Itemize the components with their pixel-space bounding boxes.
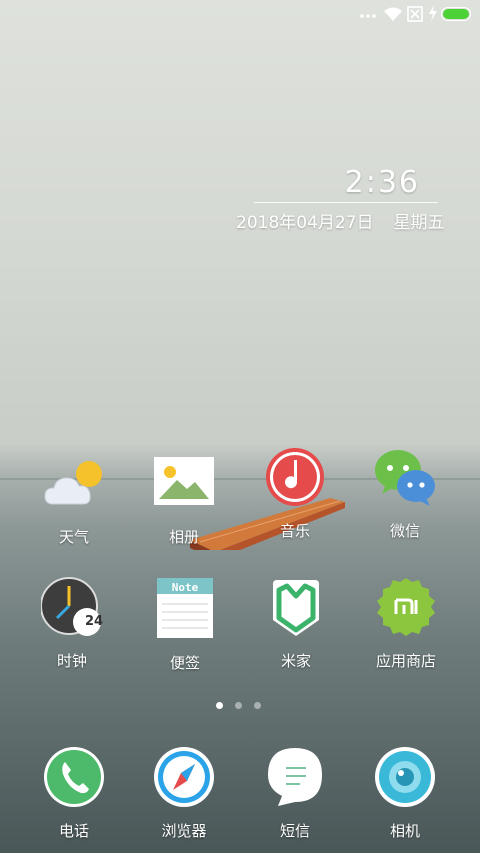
page-dot-current[interactable] — [216, 702, 223, 709]
mijia-icon — [273, 580, 319, 636]
app-label: 相册 — [168, 528, 199, 546]
app-notes[interactable]: Note 便签 — [135, 578, 235, 673]
camera-icon — [375, 747, 435, 807]
browser-icon — [154, 747, 214, 807]
dock-phone[interactable]: 电话 — [24, 746, 124, 841]
page-indicator[interactable] — [216, 702, 266, 710]
clock-date-row[interactable]: 2018年04月27日 星期五 — [236, 208, 445, 233]
app-gallery[interactable]: 相册 — [134, 452, 234, 547]
app-label: 应用商店 — [375, 652, 436, 670]
messages-icon — [268, 748, 322, 806]
app-music[interactable]: 音乐 — [245, 446, 345, 541]
clock-weekday: 星期五 — [393, 213, 445, 233]
dock-browser[interactable]: 浏览器 — [134, 746, 234, 841]
app-label: 短信 — [279, 822, 310, 840]
battery-icon — [441, 7, 471, 21]
app-store-icon — [377, 578, 435, 636]
app-label: 米家 — [280, 652, 311, 670]
dock-camera[interactable]: 相机 — [355, 746, 455, 841]
signal-dots-icon — [360, 14, 376, 18]
page-dot[interactable] — [235, 702, 242, 709]
status-bar — [0, 0, 480, 28]
music-icon — [266, 448, 324, 506]
app-label: 电话 — [58, 822, 89, 840]
app-label: 天气 — [58, 528, 89, 546]
dock-messages[interactable]: 短信 — [245, 746, 345, 841]
no-sim-icon — [407, 6, 423, 22]
app-label: 时钟 — [56, 652, 87, 670]
app-clock[interactable]: 24 时钟 — [22, 576, 122, 671]
clock-time[interactable]: 2:36 — [345, 165, 420, 200]
charging-icon — [429, 5, 437, 21]
clock-date: 2018年04月27日 — [236, 213, 374, 233]
clock-divider — [254, 202, 438, 203]
wifi-icon — [384, 7, 402, 21]
app-label: 微信 — [389, 522, 420, 540]
gallery-icon — [154, 457, 214, 505]
app-store[interactable]: 应用商店 — [356, 576, 456, 671]
app-label: 相机 — [389, 822, 420, 840]
wechat-icon — [375, 450, 435, 506]
clock-badge: 24 — [84, 614, 104, 629]
app-wechat[interactable]: 微信 — [355, 446, 455, 541]
page-dot[interactable] — [254, 702, 261, 709]
notes-badge: Note — [171, 581, 199, 594]
app-label: 便签 — [169, 654, 200, 672]
phone-icon — [44, 747, 104, 807]
app-label: 浏览器 — [161, 822, 207, 840]
app-mijia[interactable]: 米家 — [246, 576, 346, 671]
app-label: 音乐 — [279, 522, 310, 540]
weather-icon — [44, 461, 102, 505]
app-weather[interactable]: 天气 — [24, 452, 124, 547]
